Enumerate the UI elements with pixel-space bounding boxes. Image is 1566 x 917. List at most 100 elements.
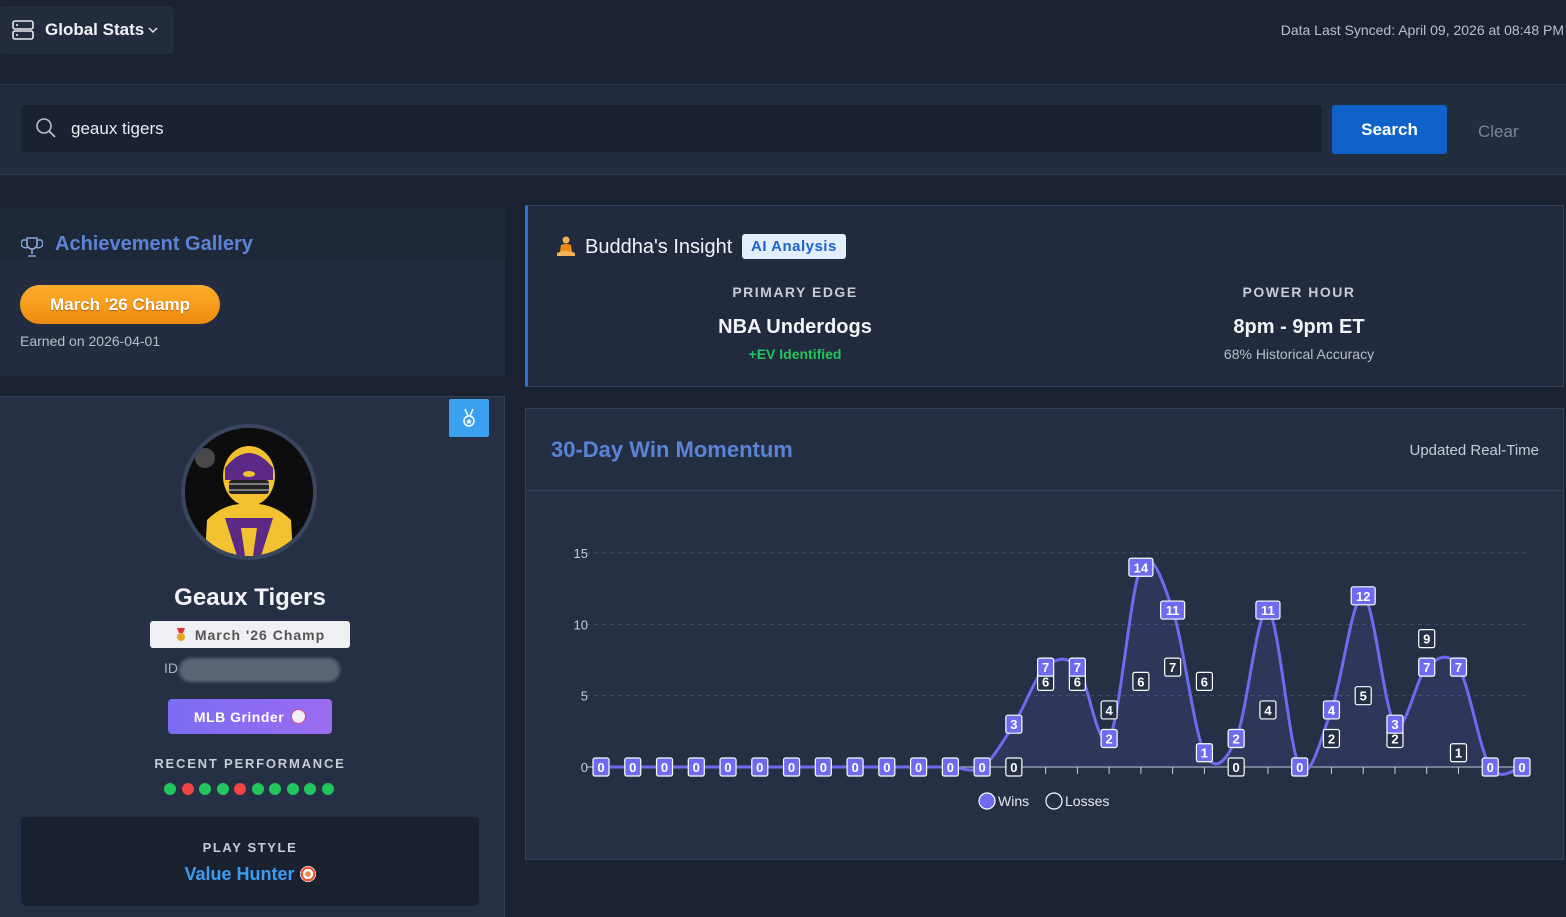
global-stats-dropdown[interactable]: Global Stats: [0, 6, 174, 54]
achievement-badge[interactable]: March '26 Champ: [20, 285, 220, 324]
win-dot: [286, 783, 299, 795]
wins-data-label: 0: [629, 760, 636, 775]
chevron-down-icon: [148, 27, 158, 33]
losses-data-label: 6: [1137, 674, 1144, 689]
wins-data-label: 4: [1328, 703, 1336, 718]
play-style-value: Value Hunter: [184, 864, 295, 884]
ai-analysis-badge: AI Analysis: [742, 234, 846, 259]
top-bar: Global Stats Data Last Synced: April 09,…: [0, 0, 1566, 85]
clear-button[interactable]: Clear: [1478, 122, 1519, 142]
win-dot: [269, 783, 281, 795]
wins-data-label: 2: [1233, 731, 1240, 746]
wins-data-label: 0: [820, 760, 827, 775]
achievement-header: Achievement Gallery: [0, 208, 505, 260]
wins-data-label: 11: [1261, 603, 1275, 618]
legend-losses-marker: [1045, 792, 1063, 810]
recent-performance-label: RECENT PERFORMANCE: [154, 756, 346, 771]
wins-data-label: 0: [597, 760, 604, 775]
win-dot: [164, 783, 176, 795]
wins-data-label: 7: [1455, 660, 1462, 675]
losses-data-label: 4: [1264, 703, 1272, 718]
y-tick-label: 5: [581, 689, 588, 704]
wins-data-label: 7: [1423, 660, 1430, 675]
champ-tag: March '26 Champ: [150, 621, 350, 648]
losses-data-label: 4: [1106, 703, 1114, 718]
wins-data-label: 0: [978, 760, 985, 775]
legend-losses-label: Losses: [1065, 793, 1109, 809]
id-label: ID: [164, 660, 178, 676]
meditation-icon: [557, 236, 575, 256]
primary-edge: PRIMARY EDGE NBA Underdogs +EV Identifie…: [645, 284, 945, 362]
losses-data-label: 9: [1423, 632, 1430, 647]
achievement-title: Achievement Gallery: [55, 233, 253, 255]
trophy-icon: [21, 237, 43, 257]
wins-data-label: 0: [661, 760, 668, 775]
wins-data-label: 0: [756, 760, 763, 775]
recent-performance-dots: [164, 783, 334, 795]
losses-data-label: 1: [1455, 746, 1462, 761]
last-synced-text: Data Last Synced: April 09, 2026 at 08:4…: [1280, 22, 1564, 38]
wins-data-label: 0: [724, 760, 731, 775]
wins-data-label: 0: [788, 760, 795, 775]
wins-data-label: 0: [915, 760, 922, 775]
win-dot: [321, 783, 334, 795]
global-stats-label: Global Stats: [45, 20, 145, 39]
champ-tag-label: March '26 Champ: [194, 626, 326, 643]
mlb-grinder-label: MLB Grinder: [193, 708, 285, 725]
power-hour: POWER HOUR 8pm - 9pm ET 68% Historical A…: [1149, 284, 1449, 362]
wins-data-label: 3: [1391, 717, 1398, 732]
medal-icon: [176, 627, 185, 641]
losses-data-label: 2: [1328, 731, 1335, 746]
earned-date: Earned on 2026-04-01: [20, 333, 161, 349]
search-input[interactable]: [71, 105, 1301, 152]
win-dot: [304, 783, 316, 795]
wins-data-label: 14: [1134, 560, 1149, 575]
win-momentum-chart: 05101506 6467604252910 0 0 0 0 0 0 0 0 0 0 0 037 72141…: [574, 546, 1531, 810]
primary-edge-value: NBA Underdogs: [718, 316, 872, 338]
search-icon: [36, 118, 56, 138]
loss-dot: [181, 783, 194, 795]
profile-card: Geaux Tigers March '26 Champ ID MLB Grin…: [0, 396, 505, 917]
achievement-gallery: Achievement Gallery March '26 Champ Earn…: [0, 208, 505, 376]
win-dot: [199, 783, 211, 795]
wins-data-label: 0: [1518, 760, 1525, 775]
insight-title: Buddha's Insight: [585, 236, 733, 258]
baseball-icon: [291, 709, 307, 724]
wins-data-label: 0: [851, 760, 858, 775]
legend-wins-marker: [978, 792, 996, 810]
wins-data-label: 0: [883, 760, 890, 775]
search-button[interactable]: Search: [1332, 105, 1447, 154]
wins-data-label: 0: [693, 760, 700, 775]
mlb-grinder-badge[interactable]: MLB Grinder: [168, 699, 332, 734]
loss-dot: [234, 783, 246, 795]
redacted-id: [179, 658, 340, 682]
power-hour-label: POWER HOUR: [1242, 284, 1356, 300]
play-style-box: PLAY STYLE Value Hunter: [21, 817, 479, 906]
wins-data-label: 1: [1201, 746, 1208, 761]
losses-data-label: 0: [1010, 760, 1017, 775]
wins-data-label: 0: [1487, 760, 1494, 775]
wins-data-label: 2: [1106, 731, 1113, 746]
losses-data-label: 0: [1233, 760, 1240, 775]
wins-data-label: 0: [947, 760, 954, 775]
award-button[interactable]: [449, 399, 489, 437]
wins-data-label: 11: [1166, 603, 1180, 618]
primary-edge-label: PRIMARY EDGE: [732, 284, 858, 300]
target-icon: [299, 866, 316, 882]
power-hour-value: 8pm - 9pm ET: [1233, 316, 1365, 338]
wins-data-label: 0: [1296, 760, 1303, 775]
losses-data-label: 5: [1360, 689, 1367, 704]
y-tick-label: 10: [574, 617, 588, 632]
primary-edge-sub: +EV Identified: [748, 346, 842, 362]
profile-name: Geaux Tigers: [174, 584, 326, 611]
losses-data-label: 7: [1169, 660, 1176, 675]
wins-data-label: 7: [1074, 660, 1081, 675]
losses-data-label: 6: [1201, 674, 1208, 689]
search-bar: Search Clear: [0, 86, 1566, 175]
power-hour-sub: 68% Historical Accuracy: [1223, 346, 1375, 362]
insight-panel: Buddha's Insight AI Analysis PRIMARY EDG…: [525, 205, 1564, 387]
win-dot: [251, 783, 264, 795]
avatar: [181, 424, 317, 560]
play-style-value-row: Value Hunter: [21, 864, 479, 885]
wins-data-label: 7: [1042, 660, 1049, 675]
